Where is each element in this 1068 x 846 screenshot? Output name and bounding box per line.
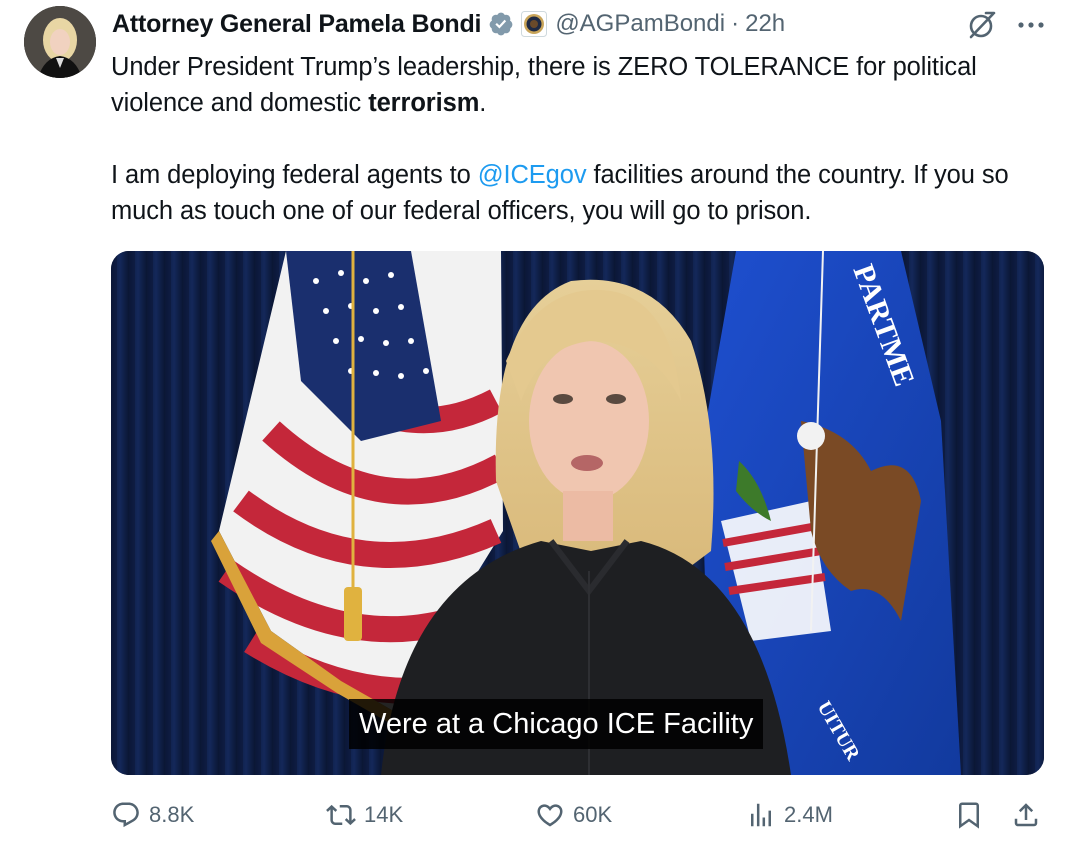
tweet-paragraph-1: Under President Trump’s leadership, ther… — [111, 49, 1051, 121]
views-icon — [751, 803, 771, 827]
separator-dot: · — [731, 10, 740, 37]
heart-icon — [537, 804, 563, 827]
reply-button[interactable]: 8.8K — [111, 790, 194, 840]
like-button[interactable]: 60K — [535, 790, 612, 840]
reply-count: 8.8K — [149, 802, 195, 827]
share-icon — [1014, 803, 1038, 827]
doj-seal-icon[interactable] — [521, 11, 548, 37]
bookmark-button[interactable] — [954, 790, 984, 840]
timestamp[interactable]: 22h — [745, 10, 785, 38]
like-count: 60K — [573, 802, 613, 827]
tweet-text-bold: terrorism — [368, 89, 480, 117]
grok-icon[interactable] — [966, 9, 998, 41]
tweet-header: Attorney General Pamela Bondi @AGPamBond… — [112, 7, 1068, 41]
views-count: 2.4M — [784, 802, 833, 827]
video-caption: Were at a Chicago ICE Facility — [349, 699, 764, 749]
mention-link[interactable]: @ICEgov — [478, 161, 587, 189]
tweet-text-period: . — [479, 89, 487, 117]
author-handle[interactable]: @AGPamBondi — [555, 10, 725, 38]
tweet-text: Under President Trump’s leadership, ther… — [111, 49, 1051, 229]
repost-icon — [326, 804, 356, 826]
repost-button[interactable]: 14K — [326, 790, 403, 840]
bookmark-icon — [959, 802, 979, 829]
verified-badge-icon — [489, 12, 513, 36]
video-media[interactable]: PARTME UITUR Were at a Chicago ICE Facil… — [111, 251, 1044, 775]
action-bar: 8.8K 14K 60K 2.4M — [0, 790, 1068, 840]
share-button[interactable] — [1011, 790, 1041, 840]
repost-count: 14K — [364, 802, 404, 827]
avatar-image — [24, 6, 96, 78]
tweet-text-line1: Under President Trump’s leadership, ther… — [111, 53, 977, 117]
video-frame: PARTME UITUR — [111, 251, 1044, 775]
tweet-text-line2a: I am deploying federal agents to — [111, 161, 478, 189]
reply-icon — [113, 802, 139, 828]
author-name[interactable]: Attorney General Pamela Bondi — [112, 10, 482, 39]
more-icon[interactable] — [1014, 12, 1048, 38]
avatar[interactable] — [24, 6, 96, 78]
flag-tassel — [344, 587, 362, 641]
views-button[interactable]: 2.4M — [746, 790, 833, 840]
tweet-paragraph-2: I am deploying federal agents to @ICEgov… — [111, 157, 1051, 229]
